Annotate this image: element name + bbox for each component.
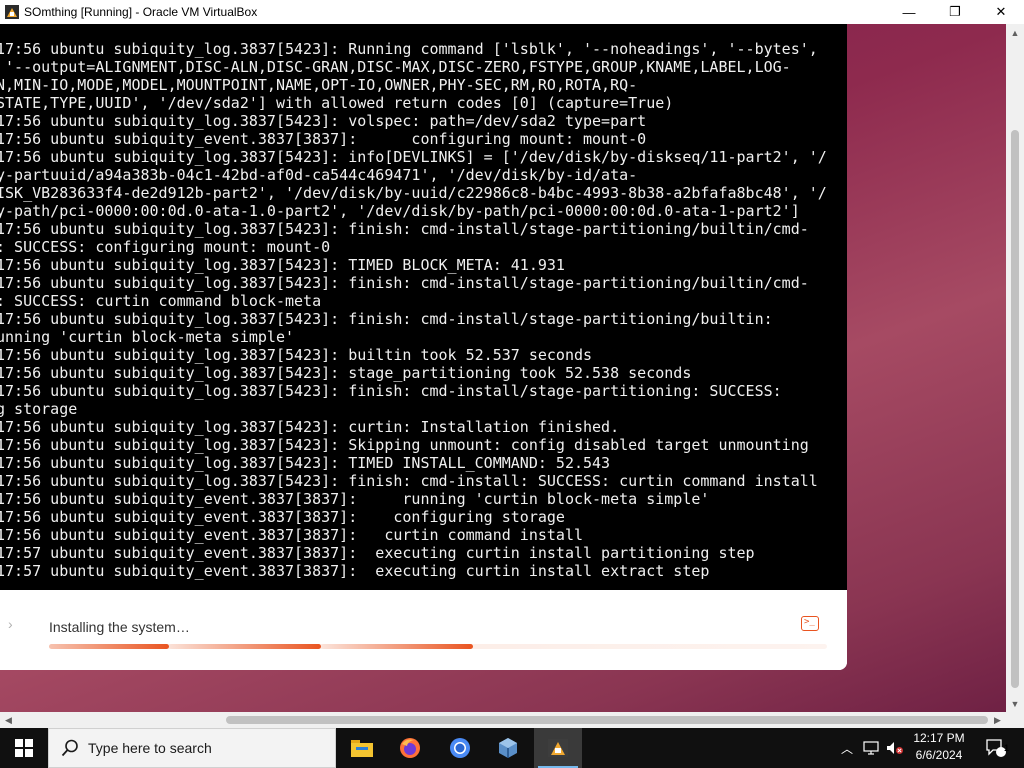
- installer-window: 17:56 ubuntu subiquity_log.3837[5423]: R…: [0, 24, 847, 670]
- terminal-log-line: 17:56 ubuntu subiquity_log.3837[5423]: s…: [0, 364, 692, 382]
- chevron-right-icon[interactable]: ›: [8, 616, 13, 632]
- virtualbox-button[interactable]: [484, 728, 532, 768]
- install-progress-panel: › Installing the system… >_: [0, 590, 847, 670]
- clock-date: 6/6/2024: [915, 748, 963, 762]
- terminal-log-line: y-partuuid/a94a383b-04c1-42bd-af0d-ca544…: [0, 166, 638, 184]
- notification-center-button[interactable]: 1: [976, 728, 1016, 768]
- window-title: SOmthing [Running] - Oracle VM VirtualBo…: [24, 5, 258, 19]
- virtualbox-vm-window-button[interactable]: [534, 728, 582, 768]
- firefox-icon: [400, 738, 420, 758]
- progress-segment: [321, 644, 473, 649]
- taskbar-search-box[interactable]: Type here to search: [48, 728, 336, 768]
- install-progress-bar: [49, 644, 827, 649]
- terminal-log-line: 17:56 ubuntu subiquity_log.3837[5423]: T…: [0, 256, 565, 274]
- search-icon: [61, 739, 79, 757]
- close-button[interactable]: ✕: [978, 0, 1024, 24]
- scroll-left-icon[interactable]: ◀: [0, 712, 17, 728]
- progress-segment: [169, 644, 321, 649]
- start-button[interactable]: [0, 728, 48, 768]
- terminal-log-line: 17:56 ubuntu subiquity_log.3837[5423]: i…: [0, 148, 827, 166]
- taskbar: Type here to search ︿ 12:17 PM 6/6/2024 …: [0, 728, 1024, 768]
- network-icon[interactable]: [860, 728, 882, 768]
- terminal-log-line: 17:57 ubuntu subiquity_event.3837[3837]:…: [0, 562, 710, 580]
- maximize-icon: ❐: [949, 4, 961, 19]
- terminal-log-line: 17:57 ubuntu subiquity_event.3837[3837]:…: [0, 544, 755, 562]
- terminal-log-line: N,MIN-IO,MODE,MODEL,MOUNTPOINT,NAME,OPT-…: [0, 76, 638, 94]
- terminal-log-line: 17:56 ubuntu subiquity_log.3837[5423]: b…: [0, 346, 593, 364]
- terminal-log-line: 17:56 ubuntu subiquity_log.3837[5423]: f…: [0, 220, 809, 238]
- scroll-right-icon[interactable]: ▶: [989, 712, 1006, 728]
- terminal-log-line: g storage: [0, 400, 78, 418]
- virtualbox-icon: [499, 738, 517, 758]
- windows-logo-icon: [15, 739, 33, 757]
- installer-log-terminal[interactable]: 17:56 ubuntu subiquity_log.3837[5423]: R…: [0, 24, 847, 590]
- vm-display[interactable]: 17:56 ubuntu subiquity_log.3837[5423]: R…: [0, 24, 1006, 712]
- title-bar: SOmthing [Running] - Oracle VM VirtualBo…: [0, 0, 1024, 24]
- terminal-log-line: 17:56 ubuntu subiquity_log.3837[5423]: f…: [0, 382, 782, 400]
- scrollbar-corner: [1006, 712, 1024, 728]
- taskbar-clock[interactable]: 12:17 PM 6/6/2024: [906, 730, 972, 766]
- terminal-log-line: STATE,TYPE,UUID', '/dev/sda2'] with allo…: [0, 94, 674, 112]
- terminal-log-line: 17:56 ubuntu subiquity_log.3837[5423]: S…: [0, 436, 809, 454]
- terminal-log-line: 17:56 ubuntu subiquity_event.3837[3837]:…: [0, 130, 647, 148]
- terminal-log-line: 17:56 ubuntu subiquity_event.3837[3837]:…: [0, 526, 583, 544]
- minimize-button[interactable]: —: [886, 0, 932, 24]
- horizontal-scrollbar[interactable]: ◀ ▶: [0, 712, 1006, 728]
- terminal-log-line: 17:56 ubuntu subiquity_event.3837[3837]:…: [0, 508, 565, 526]
- virtualbox-app-icon: [4, 4, 20, 20]
- terminal-log-line: 17:56 ubuntu subiquity_log.3837[5423]: R…: [0, 40, 818, 58]
- maximize-button[interactable]: ❐: [932, 0, 978, 24]
- terminal-log-line: 17:56 ubuntu subiquity_log.3837[5423]: f…: [0, 274, 809, 292]
- vertical-scrollbar[interactable]: ▲ ▼: [1006, 24, 1024, 712]
- file-explorer-button[interactable]: [338, 728, 386, 768]
- terminal-log-line: ISK_VB283633f4-de2d912b-part2', '/dev/di…: [0, 184, 827, 202]
- terminal-log-line: 17:56 ubuntu subiquity_log.3837[5423]: c…: [0, 418, 620, 436]
- terminal-log-line: 17:56 ubuntu subiquity_log.3837[5423]: v…: [0, 112, 647, 130]
- firefox-button[interactable]: [386, 728, 434, 768]
- terminal-log-line: 17:56 ubuntu subiquity_log.3837[5423]: f…: [0, 472, 818, 490]
- close-icon: ✕: [995, 4, 1007, 19]
- terminal-log-line: 17:56 ubuntu subiquity_log.3837[5423]: T…: [0, 454, 611, 472]
- scroll-down-icon[interactable]: ▼: [1006, 695, 1024, 712]
- vertical-scroll-thumb[interactable]: [1011, 130, 1019, 688]
- scroll-up-icon[interactable]: ▲: [1006, 24, 1024, 41]
- terminal-log-line: : SUCCESS: curtin command block-meta: [0, 292, 322, 310]
- install-status-label: Installing the system…: [49, 619, 190, 635]
- terminal-log-line: y-path/pci-0000:00:0d.0-ata-1.0-part2', …: [0, 202, 800, 220]
- terminal-log-line: 17:56 ubuntu subiquity_log.3837[5423]: f…: [0, 310, 773, 328]
- volume-muted-icon[interactable]: [884, 728, 906, 768]
- show-hidden-icons-icon[interactable]: ︿: [838, 728, 856, 768]
- terminal-icon[interactable]: >_: [801, 616, 819, 631]
- progress-segment: [49, 644, 169, 649]
- search-placeholder: Type here to search: [88, 740, 212, 756]
- terminal-log-line: '--output=ALIGNMENT,DISC-ALN,DISC-GRAN,D…: [0, 58, 791, 76]
- virtualbox-vm-icon: [548, 739, 568, 757]
- file-explorer-icon: [351, 740, 373, 757]
- terminal-log-line: unning 'curtin block-meta simple': [0, 328, 295, 346]
- minimize-icon: —: [902, 4, 916, 20]
- notification-count: 1: [1004, 743, 1010, 753]
- terminal-log-line: : SUCCESS: configuring mount: mount-0: [0, 238, 331, 256]
- terminal-log-line: 17:56 ubuntu subiquity_event.3837[3837]:…: [0, 490, 710, 508]
- chrome-icon: [450, 738, 470, 758]
- chrome-button[interactable]: [436, 728, 484, 768]
- horizontal-scroll-thumb[interactable]: [226, 716, 988, 724]
- clock-time: 12:17 PM: [913, 731, 965, 745]
